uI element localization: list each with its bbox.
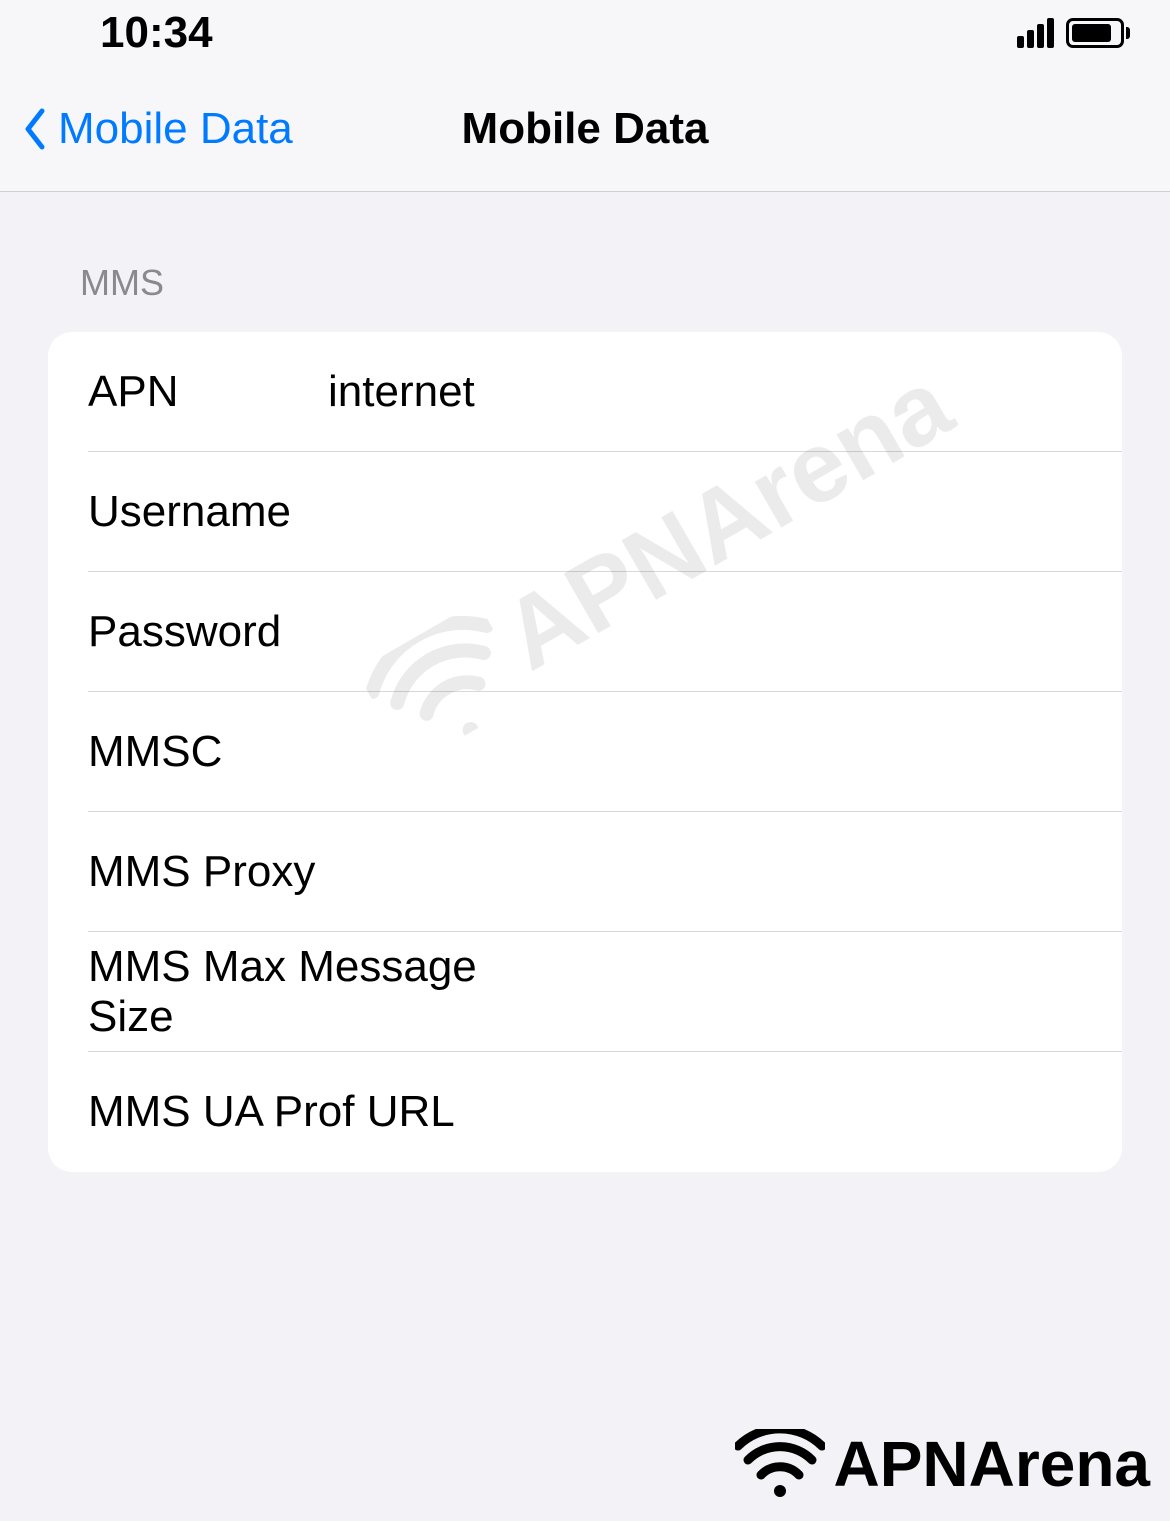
content: MMS APN Username Password MMSC MMS Proxy… [0, 192, 1170, 1172]
row-label-password: Password [88, 607, 328, 657]
row-password[interactable]: Password [48, 572, 1122, 692]
section-header-mms: MMS [48, 262, 1122, 332]
row-label-mms-max-size: MMS Max Message Size [88, 942, 507, 1042]
cellular-signal-icon [1017, 18, 1054, 48]
row-label-mmsc: MMSC [88, 727, 328, 777]
status-time: 10:34 [100, 8, 213, 58]
battery-icon [1066, 18, 1130, 48]
footer-text: APNArena [833, 1427, 1150, 1501]
row-label-mms-proxy: MMS Proxy [88, 847, 315, 897]
row-label-username: Username [88, 487, 328, 537]
back-button[interactable]: Mobile Data [0, 104, 293, 154]
row-mms-proxy[interactable]: MMS Proxy [48, 812, 1122, 932]
mms-max-size-input[interactable] [507, 967, 1082, 1017]
apn-input[interactable] [328, 367, 1082, 417]
mmsc-input[interactable] [328, 727, 1082, 777]
wifi-icon [735, 1429, 825, 1499]
navigation-bar: Mobile Data Mobile Data [0, 66, 1170, 192]
password-input[interactable] [328, 607, 1082, 657]
row-label-mms-ua-prof: MMS UA Prof URL [88, 1087, 455, 1137]
back-label: Mobile Data [58, 104, 293, 154]
row-mms-ua-prof[interactable]: MMS UA Prof URL [48, 1052, 1122, 1172]
mms-proxy-input[interactable] [315, 847, 1082, 897]
chevron-left-icon [22, 107, 46, 151]
page-title: Mobile Data [462, 104, 709, 154]
row-apn[interactable]: APN [48, 332, 1122, 452]
username-input[interactable] [328, 487, 1082, 537]
row-username[interactable]: Username [48, 452, 1122, 572]
row-mms-max-size[interactable]: MMS Max Message Size [48, 932, 1122, 1052]
footer-logo: APNArena [735, 1427, 1150, 1501]
mms-ua-prof-input[interactable] [455, 1087, 1082, 1137]
status-bar: 10:34 [0, 0, 1170, 66]
row-label-apn: APN [88, 367, 328, 417]
settings-group-mms: APN Username Password MMSC MMS Proxy MMS… [48, 332, 1122, 1172]
row-mmsc[interactable]: MMSC [48, 692, 1122, 812]
status-indicators [1017, 18, 1130, 48]
